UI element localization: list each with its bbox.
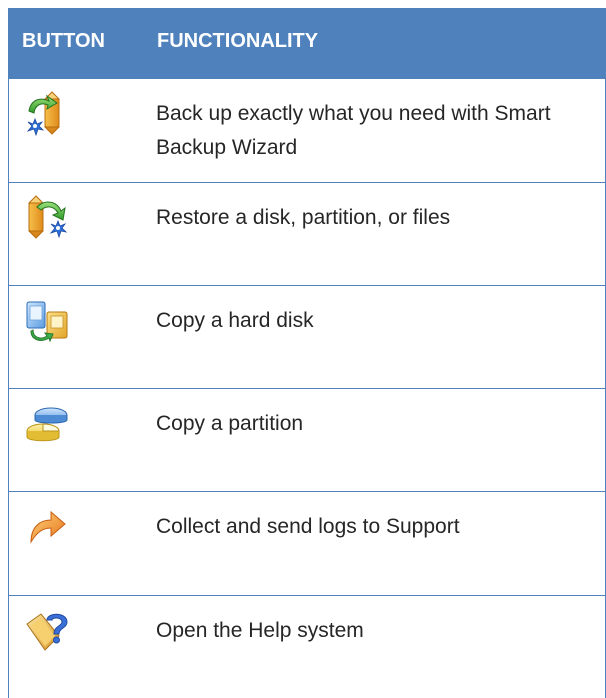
table-row: Collect and send logs to Support xyxy=(9,491,605,595)
row-text: Collect and send logs to Support xyxy=(156,515,460,538)
table-row: Restore a disk, partition, or files xyxy=(9,182,605,285)
table-row: Copy a partition xyxy=(9,388,605,491)
copy-disk-icon[interactable] xyxy=(23,296,71,344)
row-text: Restore a disk, partition, or files xyxy=(156,206,451,229)
row-text: Open the Help system xyxy=(156,619,364,642)
table-row: Back up exactly what you need with Smart… xyxy=(9,78,605,182)
send-logs-icon[interactable] xyxy=(23,502,71,550)
row-text: Back up exactly what you need with Smart… xyxy=(156,102,551,159)
backup-wizard-icon[interactable] xyxy=(23,89,71,137)
row-text: Copy a partition xyxy=(156,412,304,435)
row-text: Copy a hard disk xyxy=(156,309,314,332)
copy-partition-icon[interactable] xyxy=(23,399,71,447)
header-button-column: BUTTON xyxy=(22,30,105,52)
restore-icon[interactable] xyxy=(23,193,71,241)
table-row: Open the Help system xyxy=(9,595,605,698)
header-functionality-column: FUNCTIONALITY xyxy=(157,30,319,52)
table-header: BUTTON FUNCTIONALITY xyxy=(9,8,605,78)
table-row: Copy a hard disk xyxy=(9,285,605,388)
help-icon[interactable] xyxy=(23,606,71,654)
button-functionality-table: BUTTON FUNCTIONALITY Back up exactly wha… xyxy=(8,8,606,698)
